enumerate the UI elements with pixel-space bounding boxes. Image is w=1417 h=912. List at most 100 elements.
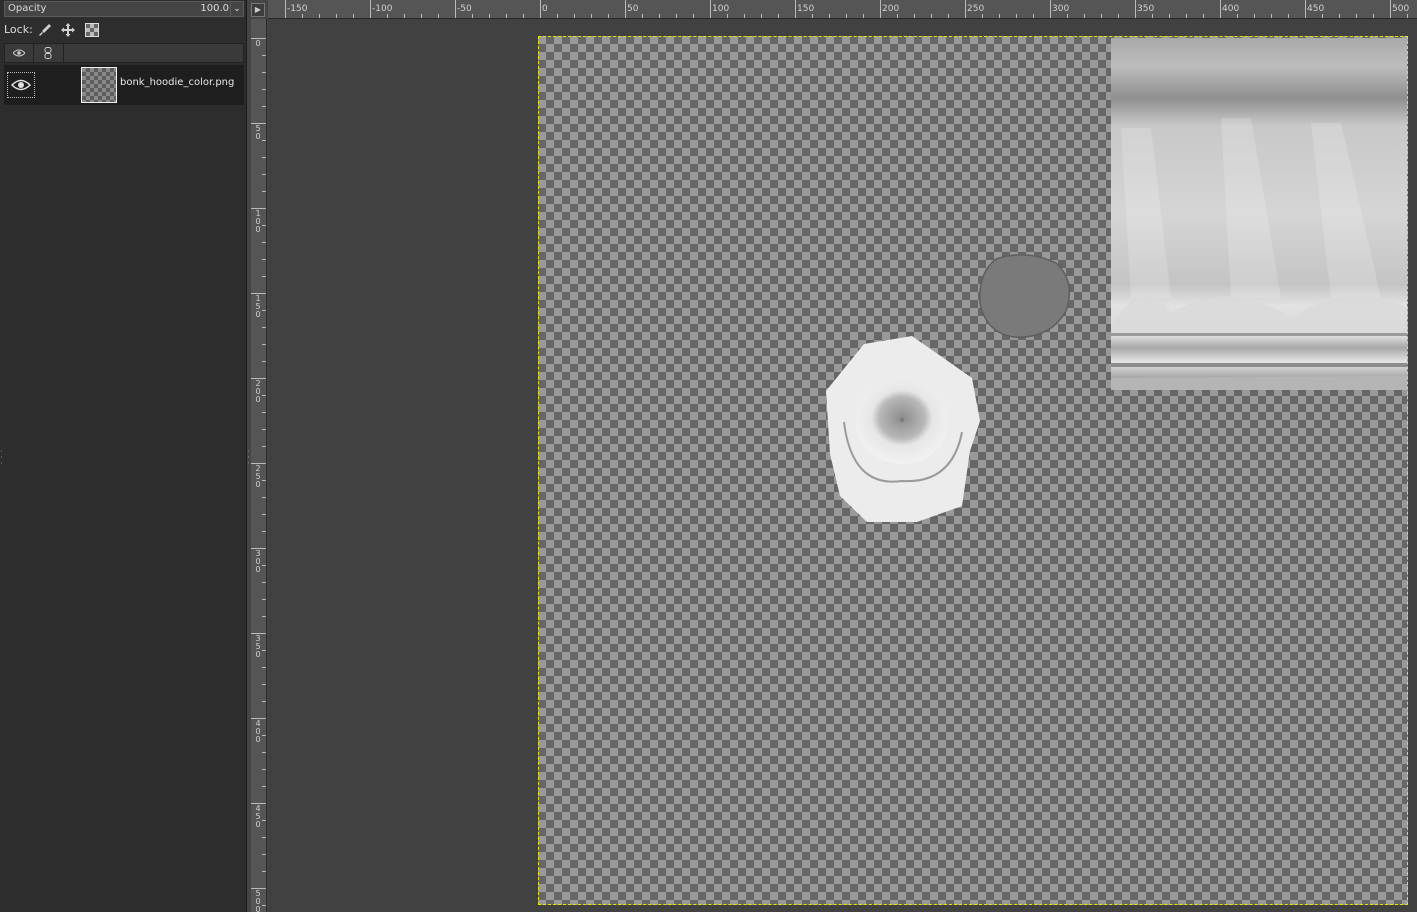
ruler-minor-tick: [262, 786, 266, 787]
ruler-minor-tick: [262, 157, 266, 158]
ruler-tick-label: 5 0 0: [255, 889, 261, 912]
ruler-tick-label: 0: [542, 4, 548, 14]
ruler-minor-tick: [262, 480, 266, 481]
ruler-minor-tick: [262, 191, 266, 192]
ruler-tick-label: 350: [1137, 4, 1155, 14]
ruler-minor-tick: [262, 582, 266, 583]
vertical-ruler[interactable]: 0 5 0 1 0 0 1 5 0 2 0 0 2 5 0 3 0 0 3 5 0 4 0 0 4…: [251, 19, 267, 912]
ruler-minor-tick: [262, 412, 266, 413]
ruler-minor-tick: [262, 854, 266, 855]
layers-dock: Opacity 100.0 ⌄ Lock: bonk_hoodie_color.…: [0, 0, 247, 912]
ruler-minor-tick: [262, 55, 266, 56]
layer-row[interactable]: bonk_hoodie_color.png: [4, 65, 244, 105]
ruler-minor-tick: [262, 820, 266, 821]
ruler-minor-tick: [262, 684, 266, 685]
alpha-lock-icon[interactable]: [85, 23, 99, 37]
ruler-tick-label: 4 5 0: [255, 804, 261, 829]
uv-pocket-shape: [978, 253, 1072, 339]
ruler-tick-label: -150: [287, 4, 308, 14]
ruler-tick-label: 1 0 0: [255, 209, 261, 234]
layer-name[interactable]: bonk_hoodie_color.png: [120, 77, 234, 88]
opacity-value[interactable]: 100.0: [200, 2, 229, 16]
ruler-tick: [965, 0, 966, 18]
ruler-minor-tick: [262, 106, 266, 107]
ruler-minor-tick: [262, 72, 266, 73]
ruler-tick-label: 250: [967, 4, 985, 14]
ruler-tick-label: 100: [712, 4, 730, 14]
layer-visibility-eye-icon[interactable]: [7, 72, 35, 98]
ruler-minor-tick: [262, 429, 266, 430]
eye-icon: [5, 44, 34, 62]
ruler-tick: [710, 0, 711, 18]
ruler-tick: [1135, 0, 1136, 18]
ruler-minor-tick: [262, 242, 266, 243]
ruler-tick: [880, 0, 881, 18]
ruler-minor-tick: [262, 752, 266, 753]
uv-hoodie-body-texture: [1111, 38, 1407, 390]
ruler-tick-label: 4 0 0: [255, 719, 261, 744]
ruler-tick: [540, 0, 541, 18]
opacity-label: Opacity: [8, 3, 47, 14]
ruler-tick: [285, 0, 286, 18]
ruler-tick-label: 400: [1222, 4, 1240, 14]
ruler-tick-label: 1 5 0: [255, 294, 261, 319]
ruler-minor-tick: [262, 310, 266, 311]
dock-resize-grip-icon[interactable]: · · ·: [0, 448, 3, 469]
ruler-minor-tick: [262, 140, 266, 141]
ruler-minor-tick: [262, 89, 266, 90]
ruler-tick-label: 200: [882, 4, 900, 14]
ruler-minor-tick: [262, 344, 266, 345]
ruler-minor-tick: [262, 174, 266, 175]
ruler-tick: [1305, 0, 1306, 18]
ruler-tick: [1050, 0, 1051, 18]
ruler-minor-tick: [262, 701, 266, 702]
ruler-tick: [1390, 0, 1391, 18]
ruler-tick-label: -50: [457, 4, 472, 14]
ruler-minor-tick: [262, 446, 266, 447]
ruler-tick-label: 300: [1052, 4, 1070, 14]
ruler-minor-tick: [262, 259, 266, 260]
horizontal-ruler[interactable]: -150 -100 -50 0 50 100 150 200 250 300 350 400 450 50…: [268, 0, 1417, 19]
ruler-tick-label: 0: [255, 39, 261, 48]
uv-hood-shape: [822, 336, 982, 526]
ruler-tick: [1220, 0, 1221, 18]
ruler-minor-tick: [262, 616, 266, 617]
opacity-control[interactable]: Opacity 100.0 ⌄: [4, 1, 244, 17]
ruler-tick: [370, 0, 371, 18]
ruler-tick-label: 5 0: [255, 124, 261, 141]
quick-mask-toggle-icon[interactable]: ▶: [251, 3, 265, 17]
ruler-minor-tick: [262, 905, 266, 906]
ruler-minor-tick: [262, 514, 266, 515]
ruler-tick-label: 3 0 0: [255, 549, 261, 574]
ruler-tick: [455, 0, 456, 18]
ruler-tick: [625, 0, 626, 18]
layers-list-header: [4, 43, 244, 63]
ruler-minor-tick: [262, 531, 266, 532]
ruler-minor-tick: [262, 871, 266, 872]
ruler-tick-label: 3 5 0: [255, 634, 261, 659]
ruler-minor-tick: [262, 327, 266, 328]
dock-resize-grip-icon[interactable]: · · ·: [247, 448, 250, 469]
ruler-tick-label: 2 5 0: [255, 464, 261, 489]
ruler-tick: [795, 0, 796, 18]
ruler-minor-tick: [262, 667, 266, 668]
ruler-minor-tick: [262, 497, 266, 498]
ruler-minor-tick: [262, 395, 266, 396]
ruler-tick-label: 500: [1392, 4, 1410, 14]
layer-thumbnail: [81, 67, 117, 103]
ruler-tick-label: 2 0 0: [255, 379, 261, 404]
ruler-minor-tick: [262, 225, 266, 226]
chevron-down-icon[interactable]: ⌄: [230, 2, 243, 16]
ruler-minor-tick: [262, 735, 266, 736]
ruler-minor-tick: [262, 837, 266, 838]
move-lock-icon[interactable]: [61, 23, 75, 37]
ruler-minor-tick: [262, 769, 266, 770]
ruler-tick-label: -100: [372, 4, 393, 14]
paintbrush-lock-icon[interactable]: [38, 23, 52, 37]
lock-label: Lock:: [4, 23, 33, 36]
chain-link-icon: [33, 44, 64, 62]
ruler-minor-tick: [262, 599, 266, 600]
ruler-minor-tick: [262, 361, 266, 362]
ruler-minor-tick: [262, 276, 266, 277]
ruler-minor-tick: [262, 565, 266, 566]
